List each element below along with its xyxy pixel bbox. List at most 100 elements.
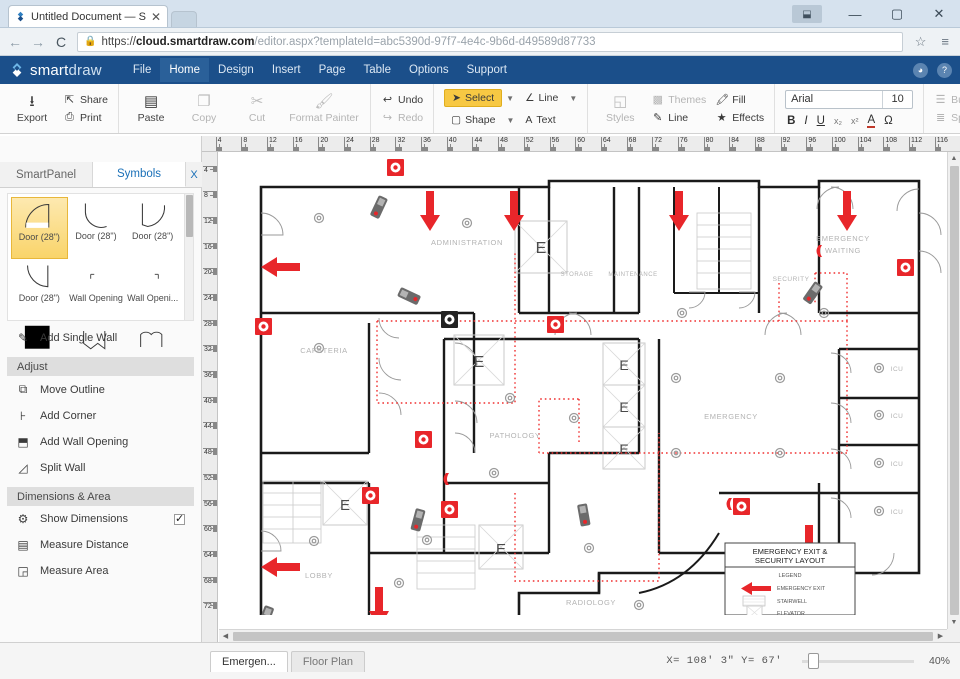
scroll-up-icon[interactable]: ▲	[951, 152, 958, 165]
export-button[interactable]: ⭳ Export	[10, 94, 54, 124]
bold-button[interactable]: B	[787, 115, 795, 127]
redo-icon: ↪	[382, 112, 393, 124]
tab-close-icon[interactable]: ✕	[151, 10, 161, 24]
redo-button[interactable]: ↪ Redo	[381, 111, 423, 125]
shape-dropdown-icon[interactable]: ▼	[506, 116, 514, 125]
font-size-input[interactable]: 10	[882, 90, 912, 108]
floor-plan-drawing[interactable]: E E E E E E E ADMINISTRATION STORAGE MAI…	[219, 153, 947, 629]
sidebar-item-add-corner[interactable]: ⊦ Add Corner	[0, 403, 201, 429]
themes-button[interactable]: ▩ Themes	[651, 93, 707, 107]
sidebar-item-measure-area[interactable]: ◲ Measure Area	[0, 558, 201, 584]
status-bar: Emergen... Floor Plan X= 108' 3" Y= 67' …	[0, 642, 960, 679]
horizontal-scrollbar[interactable]: ◀ ▶	[219, 629, 947, 642]
zoom-slider-knob[interactable]	[808, 652, 819, 669]
copy-button[interactable]: ❐ Copy	[182, 94, 226, 124]
sidebar-item-show-dimensions[interactable]: ⚙ Show Dimensions	[0, 506, 201, 532]
ruler-icon: ▤	[17, 538, 29, 552]
panel-close-icon[interactable]: X	[186, 162, 202, 187]
browser-tab[interactable]: Untitled Document — Sm ✕	[8, 5, 168, 27]
vertical-ruler[interactable]: 4 8 12 16 20 24 28 32 36 40 44 48 52 56 60 64 68 72	[202, 152, 218, 642]
scrollbar-thumb[interactable]	[186, 195, 193, 237]
ruler-tick: 68	[204, 577, 212, 585]
page-tab-floor-plan[interactable]: Floor Plan	[290, 650, 365, 672]
menu-item-insert[interactable]: Insert	[263, 58, 310, 82]
text-tool-button[interactable]: A Text	[518, 112, 562, 128]
symbol-bay-window[interactable]	[68, 321, 125, 383]
cut-button[interactable]: ✂ Cut	[235, 94, 279, 124]
vscroll-thumb[interactable]	[949, 166, 959, 615]
window-close-button[interactable]: ✕	[918, 0, 960, 28]
window-minimize-button[interactable]: —	[834, 0, 876, 28]
subscript-button[interactable]: x₂	[834, 116, 842, 126]
svg-text:E: E	[496, 541, 506, 558]
browser-menu-icon[interactable]: ≡	[938, 34, 952, 49]
symbol-wall-opening-2[interactable]: Wall Openi...	[124, 259, 181, 321]
new-tab-button[interactable]	[171, 11, 197, 27]
spacing-button[interactable]: ≣ Spacing	[934, 111, 960, 125]
bookmark-star-icon[interactable]: ☆	[912, 34, 930, 50]
menu-item-page[interactable]: Page	[310, 58, 355, 82]
scroll-left-icon[interactable]: ◀	[219, 632, 232, 640]
tab-smartpanel[interactable]: SmartPanel	[0, 162, 93, 187]
sidebar-item-add-wall-opening[interactable]: ⬒ Add Wall Opening	[0, 429, 201, 455]
italic-button[interactable]: I	[804, 115, 807, 127]
line-style-button[interactable]: ✎ Line	[651, 111, 706, 125]
format-painter-button[interactable]: 🖌 Format Painter	[288, 94, 360, 124]
symbol-grid-scrollbar[interactable]	[184, 194, 193, 320]
select-tool-button[interactable]: ➤ Select	[444, 89, 503, 107]
menu-item-home[interactable]: Home	[160, 58, 210, 82]
scroll-down-icon[interactable]: ▼	[951, 616, 958, 629]
superscript-button[interactable]: x²	[851, 116, 859, 126]
horizontal-ruler[interactable]: 4 8 12 16 20 24 28 32 36 40 44 48 52 56 60 64 68 72 76 80 84…	[202, 136, 960, 152]
scroll-right-icon[interactable]: ▶	[934, 632, 947, 640]
paste-button[interactable]: ▤ Paste	[129, 94, 173, 124]
menu-item-design[interactable]: Design	[209, 58, 263, 82]
url-bar[interactable]: 🔒 https://cloud.smartdraw.com/editor.asp…	[77, 31, 903, 52]
drawing-canvas[interactable]: E E E E E E E ADMINISTRATION STORAGE MAI…	[219, 153, 947, 629]
back-icon[interactable]: ←	[8, 34, 22, 50]
symbol-bow-window[interactable]	[124, 321, 181, 383]
menu-item-support[interactable]: Support	[458, 58, 516, 82]
sidebar-item-split-wall[interactable]: ◿ Split Wall	[0, 455, 201, 481]
question-icon[interactable]: ?	[937, 62, 952, 78]
measure-area-label: Measure Area	[40, 565, 109, 577]
reload-icon[interactable]: C	[54, 34, 68, 50]
fill-button[interactable]: 🖍 Fill	[715, 93, 764, 107]
symbol-wall-opening[interactable]: Wall Opening	[68, 259, 125, 321]
line-tool-button[interactable]: ∠ Line	[518, 90, 565, 106]
symbol-door-28-b[interactable]: Door (28")	[68, 197, 125, 259]
symbol-door-28-c[interactable]: Door (28")	[124, 197, 181, 259]
print-button[interactable]: ⎙ Print	[63, 111, 108, 124]
browser-profile-button[interactable]: ⬓	[792, 5, 822, 23]
page-tab-emergency[interactable]: Emergen...	[210, 650, 288, 672]
measure-distance-label: Measure Distance	[40, 539, 129, 551]
menu-item-file[interactable]: File	[124, 58, 161, 82]
bullet-button[interactable]: ☰ Bullet	[934, 93, 960, 107]
forward-icon[interactable]: →	[31, 34, 45, 50]
undo-button[interactable]: ↩ Undo	[381, 93, 423, 107]
symbol-door-28-d[interactable]: Door (28")	[11, 259, 68, 321]
underline-button[interactable]: U	[817, 115, 825, 127]
menu-item-table[interactable]: Table	[354, 58, 400, 82]
shape-tool-button[interactable]: ▢ Shape	[444, 112, 502, 128]
megaphone-icon[interactable]: ◕	[913, 62, 928, 78]
effects-button[interactable]: ★ Effects	[715, 111, 764, 125]
zoom-slider[interactable]	[802, 652, 914, 669]
line-dropdown-icon[interactable]: ▼	[569, 94, 577, 103]
tab-symbols[interactable]: Symbols	[93, 162, 186, 187]
select-dropdown-icon[interactable]: ▼	[506, 94, 514, 103]
symbol-door-28-filled[interactable]: Door (28")	[11, 197, 68, 259]
font-color-button[interactable]: A	[867, 114, 876, 128]
hscroll-thumb[interactable]	[233, 631, 933, 641]
smartdraw-logo[interactable]: smartdraw	[10, 62, 102, 79]
share-button[interactable]: ⇱ Share	[63, 93, 108, 107]
vertical-scrollbar[interactable]: ▲ ▼	[947, 152, 960, 629]
sidebar-item-measure-distance[interactable]: ▤ Measure Distance	[0, 532, 201, 558]
show-dimensions-checkbox[interactable]	[174, 512, 185, 525]
menu-item-options[interactable]: Options	[400, 58, 458, 82]
window-maximize-button[interactable]: ▢	[876, 0, 918, 28]
special-character-button[interactable]: Ω	[884, 115, 893, 127]
font-name-input[interactable]: Arial	[786, 91, 882, 108]
zoom-control[interactable]: 40%	[802, 652, 950, 669]
styles-button[interactable]: ◱ Styles	[598, 94, 642, 124]
